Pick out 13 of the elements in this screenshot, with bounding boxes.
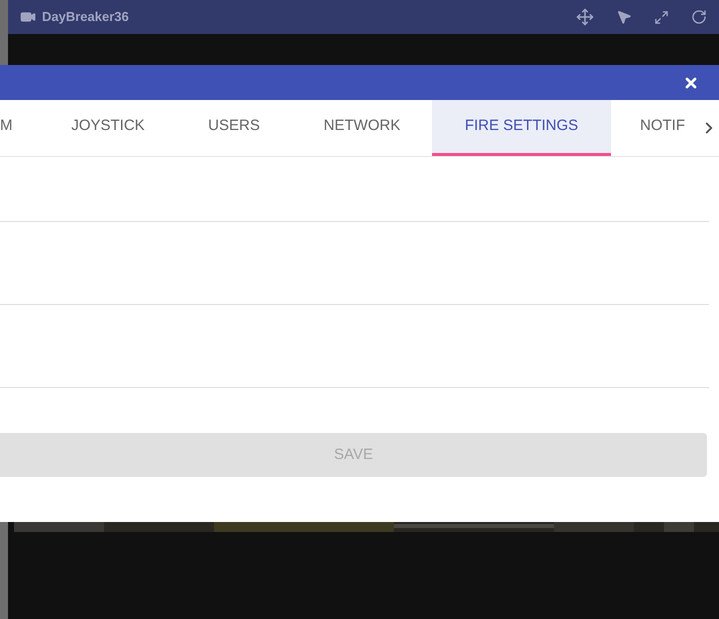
tab[interactable]: NOTIF — [611, 100, 700, 156]
camera-title: DayBreaker36 — [42, 8, 129, 26]
tab[interactable]: NETWORK — [292, 100, 432, 156]
tab[interactable]: M — [0, 100, 40, 156]
move-icon[interactable] — [576, 8, 594, 26]
tab[interactable]: FIRE SETTINGS — [432, 100, 611, 156]
tab[interactable]: JOYSTICK — [40, 100, 176, 156]
expand-icon[interactable] — [654, 10, 669, 24]
refresh-icon[interactable] — [691, 9, 707, 25]
tab[interactable]: USERS — [176, 100, 292, 156]
close-icon — [683, 74, 699, 90]
close-button[interactable] — [683, 74, 699, 90]
pointer-icon[interactable] — [616, 9, 632, 25]
